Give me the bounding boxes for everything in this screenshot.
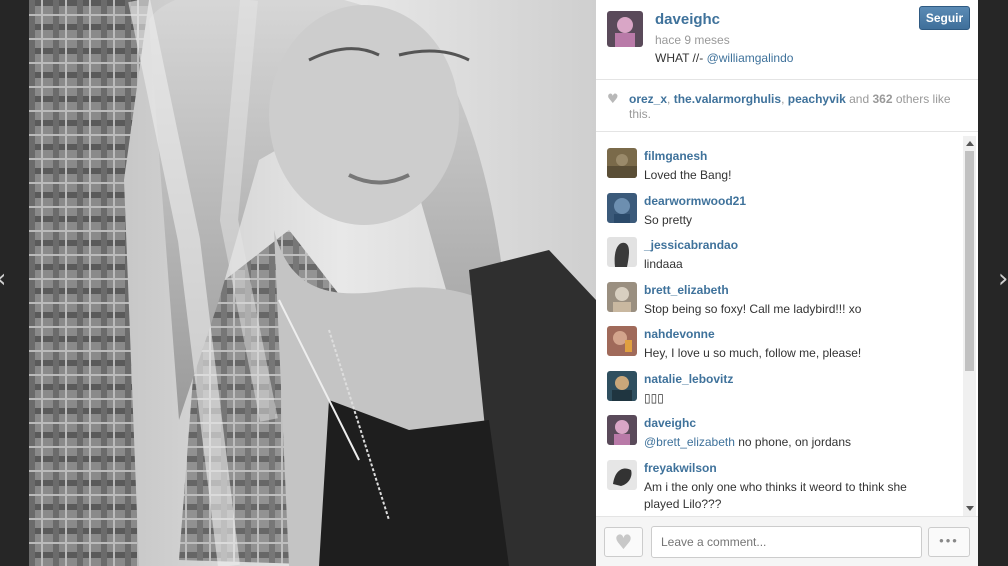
like-button[interactable]: ♥ — [604, 527, 643, 557]
comment-footer: ♥ ••• — [596, 516, 978, 566]
more-dots-icon: ••• — [939, 533, 959, 548]
owner-avatar[interactable] — [607, 11, 643, 47]
commenter-avatar-image — [607, 371, 637, 401]
comment-item: daveighc @brett_elizabeth no phone, on j… — [596, 406, 962, 449]
comment-text: Stop being so foxy! Call me ladybird!!! … — [644, 302, 862, 316]
post-photo[interactable] — [29, 0, 596, 566]
follow-button[interactable]: Seguir — [919, 6, 970, 30]
next-arrow-icon[interactable]: › — [998, 265, 1008, 293]
comment-text: lindaaa — [644, 257, 683, 271]
comment-item: filmganesh Loved the Bang! — [596, 139, 962, 182]
comment-item: dearwormwood21 So pretty — [596, 184, 962, 227]
more-options-button[interactable]: ••• — [928, 527, 970, 557]
comments-scrollbar[interactable] — [963, 136, 976, 516]
likes-count[interactable]: 362 — [873, 92, 893, 106]
commenter-username[interactable]: freyakwilson — [644, 461, 717, 475]
caption-text: WHAT //- — [655, 51, 707, 65]
photo-image — [29, 0, 596, 566]
commenter-avatar[interactable] — [607, 148, 637, 178]
commenter-username[interactable]: brett_elizabeth — [644, 283, 729, 297]
photo-modal: ‹ › — [0, 0, 1008, 566]
commenter-avatar-image — [607, 415, 637, 445]
heart-icon: ♥ — [607, 92, 619, 107]
caption-mention-link[interactable]: @williamgalindo — [707, 51, 794, 65]
commenter-avatar-image — [607, 282, 637, 312]
like-user-link[interactable]: orez_x — [629, 92, 667, 106]
commenter-username[interactable]: filmganesh — [644, 149, 707, 163]
commenter-avatar[interactable] — [607, 282, 637, 312]
owner-username[interactable]: daveighc — [655, 11, 720, 28]
commenter-avatar-image — [607, 193, 637, 223]
post-timestamp[interactable]: hace 9 meses — [655, 33, 730, 47]
comment-item: freyakwilson Am i the only one who think… — [596, 451, 962, 511]
post-header: daveighc hace 9 meses WHAT //- @williamg… — [596, 0, 978, 80]
likes-separator: , — [781, 92, 788, 106]
heart-icon: ♥ — [614, 530, 633, 554]
commenter-username[interactable]: natalie_lebovitz — [644, 372, 733, 386]
comment-mention-link[interactable]: @brett_elizabeth — [644, 435, 735, 449]
commenter-avatar-image — [607, 460, 637, 490]
comment-text: Hey, I love u so much, follow me, please… — [644, 346, 862, 360]
comments-list[interactable]: filmganesh Loved the Bang! dearwormwood2… — [596, 133, 978, 515]
commenter-username[interactable]: _jessicabrandao — [644, 238, 738, 252]
comment-item: natalie_lebovitz ▯▯▯ — [596, 362, 962, 405]
commenter-avatar-image — [607, 326, 637, 356]
comment-text: So pretty — [644, 213, 693, 227]
like-user-link[interactable]: peachyvik — [788, 92, 846, 106]
scroll-up-arrow-icon[interactable] — [966, 141, 974, 146]
scroll-down-arrow-icon[interactable] — [966, 506, 974, 511]
post-caption: WHAT //- @williamgalindo — [655, 51, 793, 65]
comment-text: Am i the only one who thinks it weord to… — [644, 480, 907, 511]
comment-text: ▯▯▯ — [644, 391, 664, 405]
commenter-avatar[interactable] — [607, 237, 637, 267]
post-details-panel: daveighc hace 9 meses WHAT //- @williamg… — [596, 0, 978, 566]
comment-text: @brett_elizabeth no phone, on jordans — [644, 434, 944, 451]
commenter-avatar[interactable] — [607, 371, 637, 401]
comment-item: brett_elizabeth Stop being so foxy! Call… — [596, 273, 962, 316]
likes-separator: , — [667, 92, 674, 106]
likes-summary: ♥ orez_x, the.valarmorghulis, peachyvik … — [596, 80, 978, 132]
comment-item: nahdevonne Hey, I love u so much, follow… — [596, 317, 962, 360]
commenter-username[interactable]: dearwormwood21 — [644, 194, 746, 208]
comment-text-body: no phone, on jordans — [734, 435, 851, 449]
commenter-avatar[interactable] — [607, 415, 637, 445]
scrollbar-thumb[interactable] — [965, 151, 974, 371]
likes-and-text: and — [845, 92, 873, 106]
owner-avatar-image — [607, 11, 643, 47]
commenter-username[interactable]: daveighc — [644, 416, 696, 430]
commenter-avatar[interactable] — [607, 193, 637, 223]
previous-arrow-icon[interactable]: ‹ — [0, 265, 10, 293]
comment-input[interactable] — [651, 526, 922, 558]
commenter-avatar-image — [607, 237, 637, 267]
like-user-link[interactable]: the.valarmorghulis — [674, 92, 781, 106]
comment-text: Loved the Bang! — [644, 168, 732, 182]
commenter-avatar[interactable] — [607, 326, 637, 356]
commenter-avatar[interactable] — [607, 460, 637, 490]
comment-item: _jessicabrandao lindaaa — [596, 228, 962, 271]
commenter-avatar-image — [607, 148, 637, 178]
commenter-username[interactable]: nahdevonne — [644, 327, 715, 341]
